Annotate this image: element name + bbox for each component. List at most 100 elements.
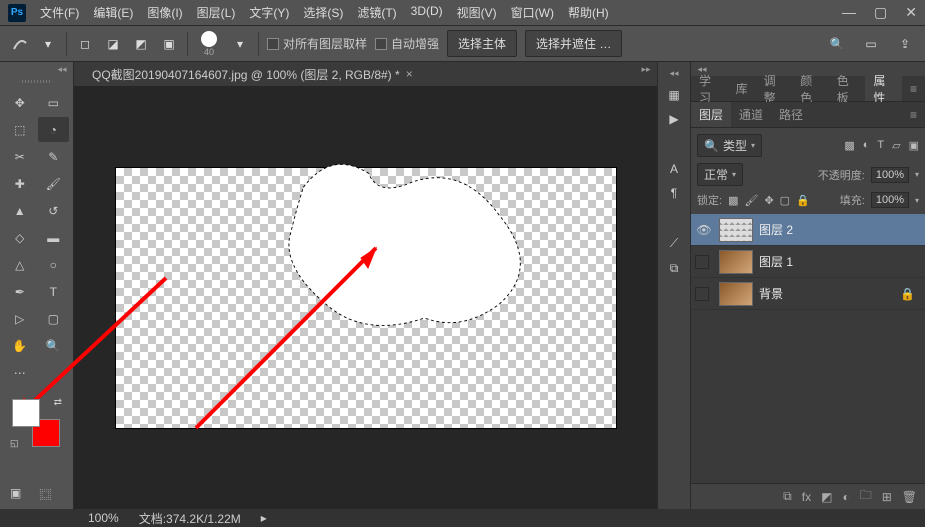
history-panel-icon[interactable]: ▦ (668, 88, 679, 102)
visibility-toggle[interactable] (695, 255, 713, 269)
intersect-selection-icon[interactable]: ▣ (159, 34, 179, 54)
crop-tool[interactable]: ✂ (4, 144, 36, 169)
adjustment-layer-icon[interactable]: ◐ (842, 490, 849, 504)
expand-panels-icon[interactable]: ▸▸ (639, 64, 653, 74)
layer-style-icon[interactable]: fx (802, 490, 811, 504)
blend-mode-dropdown[interactable]: 正常 ▾ (697, 163, 743, 186)
maximize-button[interactable]: ▢ (874, 4, 887, 21)
filter-smart-icon[interactable]: ▣ (909, 139, 919, 152)
layer-thumbnail[interactable] (719, 218, 753, 242)
screen-mode-icon[interactable]: ⿴ (39, 486, 51, 503)
gradient-tool[interactable]: ▬ (38, 225, 70, 250)
panel-menu-icon[interactable]: ≡ (902, 108, 925, 122)
menu-file[interactable]: 文件(F) (40, 4, 79, 21)
foreground-color[interactable] (12, 399, 40, 427)
grip-icon[interactable] (0, 76, 73, 86)
menu-select[interactable]: 选择(S) (303, 4, 343, 21)
menu-type[interactable]: 文字(Y) (249, 4, 289, 21)
layer-name[interactable]: 背景 (759, 285, 783, 302)
menu-3d[interactable]: 3D(D) (411, 4, 443, 21)
share-icon[interactable]: ⇪ (895, 34, 915, 54)
lock-image-icon[interactable]: 🖌 (744, 194, 758, 207)
opacity-value[interactable]: 100% (871, 167, 909, 183)
layer-thumbnail[interactable] (719, 282, 753, 306)
brushes-panel-icon[interactable]: ⟋ (670, 236, 678, 251)
menu-window[interactable]: 窗口(W) (511, 4, 554, 21)
layer-thumbnail[interactable] (719, 250, 753, 274)
layer-name[interactable]: 图层 2 (759, 221, 793, 238)
filter-kind-dropdown[interactable]: 🔍 类型 ▾ (697, 134, 762, 157)
collapse-arrows-icon[interactable]: ◂◂ (55, 64, 69, 74)
paragraph-panel-icon[interactable]: ¶ (671, 186, 677, 200)
move-tool[interactable]: ✥ (4, 90, 36, 115)
canvas[interactable] (116, 168, 616, 428)
brush-preview[interactable]: 40 (196, 31, 222, 57)
filter-pixel-icon[interactable]: ▩ (844, 139, 854, 152)
expand-icon[interactable]: ◂◂ (667, 68, 681, 78)
close-button[interactable]: ✕ (905, 4, 917, 21)
chevron-down-icon[interactable]: ▾ (915, 170, 919, 179)
group-icon[interactable]: 🗀 (860, 486, 872, 507)
workspace-icon[interactable]: ▭ (861, 34, 881, 54)
menu-help[interactable]: 帮助(H) (568, 4, 609, 21)
clone-stamp-tool[interactable]: ▲ (4, 198, 36, 223)
lock-transparent-icon[interactable]: ▩ (728, 194, 738, 207)
select-subject-button[interactable]: 选择主体 (447, 30, 517, 57)
lock-all-icon[interactable]: 🔒 (796, 194, 810, 207)
fill-value[interactable]: 100% (871, 192, 909, 208)
dropdown-arrow-icon[interactable]: ▾ (38, 34, 58, 54)
clone-source-panel-icon[interactable]: ⧉ (670, 261, 679, 276)
link-layers-icon[interactable]: ⧉ (783, 489, 792, 504)
artboard-tool[interactable]: ▭ (38, 90, 70, 115)
layer-mask-icon[interactable]: ◩ (821, 490, 832, 504)
tab-paths[interactable]: 路径 (771, 102, 811, 127)
tab-adjustments[interactable]: 调整 (756, 76, 793, 101)
menu-edit[interactable]: 编辑(E) (93, 4, 133, 21)
lock-artboard-icon[interactable]: ▢ (780, 194, 790, 207)
sample-all-layers-checkbox[interactable]: 对所有图层取样 (267, 35, 367, 52)
brush-tool[interactable]: 🖌 (38, 171, 70, 196)
add-to-selection-icon[interactable]: ◪ (103, 34, 123, 54)
dropdown-arrow-icon[interactable]: ▾ (230, 34, 250, 54)
actions-panel-icon[interactable]: ▶ (669, 112, 678, 126)
minimize-button[interactable]: — (842, 4, 856, 21)
tab-channels[interactable]: 通道 (731, 102, 771, 127)
eraser-tool[interactable]: ◇ (4, 225, 36, 250)
tab-layers[interactable]: 图层 (691, 102, 731, 127)
select-and-mask-button[interactable]: 选择并遮住 … (525, 30, 622, 57)
tab-libraries[interactable]: 库 (728, 76, 756, 101)
delete-layer-icon[interactable]: 🗑 (902, 490, 917, 504)
layer-row[interactable]: 👁 图层 2 (691, 214, 925, 246)
filter-shape-icon[interactable]: ▱ (892, 139, 900, 152)
doc-size[interactable]: 文档:374.2K/1.22M (139, 510, 241, 527)
tab-learn[interactable]: 学习 (691, 76, 728, 101)
layer-name[interactable]: 图层 1 (759, 253, 793, 270)
character-panel-icon[interactable]: A (670, 162, 678, 176)
menu-filter[interactable]: 滤镜(T) (357, 4, 396, 21)
new-layer-icon[interactable]: ⊞ (882, 490, 892, 504)
quick-selection-tool[interactable]: ◔ (38, 117, 70, 142)
status-chevron-icon[interactable]: ▸ (261, 511, 267, 525)
new-selection-icon[interactable]: ◻ (75, 34, 95, 54)
tab-color[interactable]: 颜色 (792, 76, 829, 101)
canvas-viewport[interactable] (74, 86, 657, 509)
tab-swatches[interactable]: 色板 (829, 76, 866, 101)
lock-position-icon[interactable]: ✥ (764, 194, 773, 207)
history-brush-tool[interactable]: ↺ (38, 198, 70, 223)
menu-layer[interactable]: 图层(L) (197, 4, 236, 21)
quick-mask-icon[interactable]: ▣ (10, 486, 21, 503)
marquee-tool[interactable]: ⬚ (4, 117, 36, 142)
eyedropper-tool[interactable]: ✎ (38, 144, 70, 169)
tab-properties[interactable]: 属性 (865, 76, 902, 101)
menu-image[interactable]: 图像(I) (147, 4, 182, 21)
filter-type-icon[interactable]: T (877, 139, 884, 152)
healing-brush-tool[interactable]: ✚ (4, 171, 36, 196)
layer-row[interactable]: 背景 🔒 (691, 278, 925, 310)
layer-row[interactable]: 图层 1 (691, 246, 925, 278)
document-tab[interactable]: QQ截图20190407164607.jpg @ 100% (图层 2, RGB… (84, 62, 421, 87)
tool-preset-icon[interactable] (10, 34, 30, 54)
visibility-toggle[interactable] (695, 287, 713, 301)
search-icon[interactable]: 🔍 (827, 34, 847, 54)
filter-adjustment-icon[interactable]: ◐ (863, 139, 870, 152)
chevron-down-icon[interactable]: ▾ (915, 196, 919, 205)
